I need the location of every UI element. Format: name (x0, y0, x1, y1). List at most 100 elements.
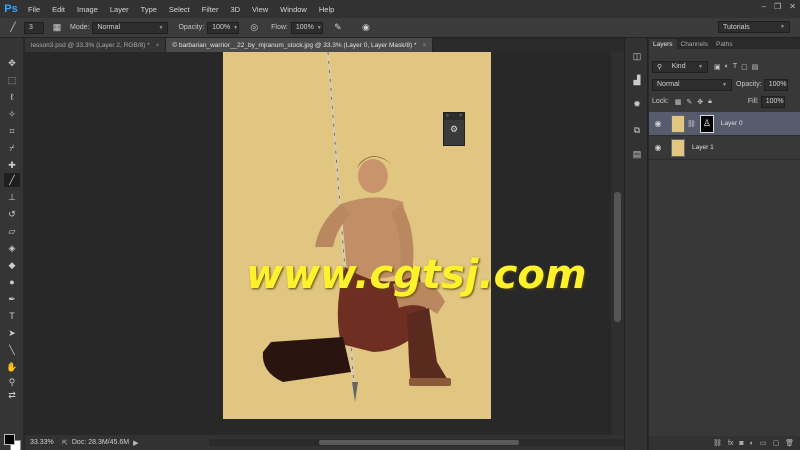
new-group-icon[interactable]: ▭ (760, 439, 767, 447)
lock-all-icon[interactable]: 🔒︎ (708, 98, 712, 106)
menu-file[interactable]: File (22, 5, 46, 14)
brush-panel-icon[interactable]: ⚙ (444, 124, 464, 135)
adjustment-layer-icon[interactable]: ◐ (750, 440, 754, 447)
menu-layer[interactable]: Layer (104, 5, 135, 14)
add-mask-icon[interactable]: ◙ (739, 440, 743, 447)
visibility-eye-icon[interactable]: ◉ (651, 143, 665, 152)
type-tool-icon[interactable]: T (4, 309, 20, 323)
vertical-scrollbar[interactable] (611, 52, 624, 435)
hand-tool-icon[interactable]: ✋ (4, 360, 20, 374)
layer-row-layer-1[interactable]: ◉ Layer 1 (649, 136, 800, 160)
menu-help[interactable]: Help (313, 5, 340, 14)
fill-field[interactable]: 100% (760, 95, 785, 108)
filter-adjustment-icon[interactable]: ◐ (725, 63, 729, 70)
link-layers-icon[interactable]: ⛓ (713, 439, 722, 447)
eyedropper-tool-icon[interactable]: ⌿ (4, 141, 20, 155)
brush-presets-icon[interactable]: ▤ (629, 146, 645, 162)
workspace-dropdown[interactable]: Tutorials ▼ (718, 21, 790, 33)
layer-mask-thumbnail[interactable]: ♙ (699, 114, 714, 133)
menu-image[interactable]: Image (71, 5, 104, 14)
menu-filter[interactable]: Filter (196, 5, 225, 14)
brush-tool-icon[interactable]: ╱ (4, 173, 20, 187)
pressure-size-icon[interactable]: ◉ (359, 21, 373, 35)
menu-edit[interactable]: Edit (46, 5, 71, 14)
link-icon[interactable]: ⛓ (687, 120, 696, 128)
airbrush-icon[interactable]: ✎ (331, 21, 345, 35)
canvas-area[interactable]: » × ⚙ www.cgtsj.com (25, 52, 611, 435)
marquee-tool-icon[interactable]: ⬚ (4, 73, 20, 87)
pressure-opacity-icon[interactable]: ◎ (247, 21, 261, 35)
path-select-tool-icon[interactable]: ➤ (4, 326, 20, 340)
clone-stamp-tool-icon[interactable]: ⊥ (4, 190, 20, 204)
filter-type-icon[interactable]: T (733, 63, 737, 70)
tab-paths[interactable]: Paths (712, 39, 737, 49)
flow-field[interactable]: 100% ▼ (290, 21, 323, 34)
clone-source-icon[interactable]: ⧉ (629, 122, 645, 138)
layer-row-layer-0[interactable]: ◉ ⛓ ♙ Layer 0 (649, 112, 800, 136)
filter-shape-icon[interactable]: ▢ (741, 63, 748, 71)
zoom-level[interactable]: 33.33% (30, 439, 58, 446)
new-layer-icon[interactable]: ▢ (772, 439, 779, 447)
paint-bucket-tool-icon[interactable]: ◈ (4, 241, 20, 255)
fx-icon[interactable]: fx (728, 440, 733, 447)
expand-icon[interactable]: » (446, 113, 449, 120)
layer-opacity-field[interactable]: 100% (763, 78, 788, 91)
pen-tool-icon[interactable]: ✒ (4, 292, 20, 306)
minimize-icon[interactable]: – (762, 2, 766, 11)
quick-select-tool-icon[interactable]: ✧ (4, 107, 20, 121)
swap-colors-icon[interactable]: ⇄ (4, 388, 20, 402)
filter-smart-icon[interactable]: ▤ (752, 63, 759, 71)
lock-transparent-icon[interactable]: ▦ (675, 98, 682, 106)
line-tool-icon[interactable]: ╲ (4, 343, 20, 357)
export-icon[interactable]: ⇱ (62, 439, 68, 447)
brush-panel-icon[interactable]: ▦ (50, 21, 64, 35)
dodge-tool-icon[interactable]: ● (4, 275, 20, 289)
trash-icon[interactable]: 🗑︎ (785, 439, 794, 447)
document-canvas[interactable] (223, 52, 491, 419)
horizontal-scrollbar[interactable] (209, 439, 627, 446)
menu-type[interactable]: Type (135, 5, 163, 14)
menu-view[interactable]: View (246, 5, 274, 14)
lasso-tool-icon[interactable]: ℓ (4, 90, 20, 104)
healing-tool-icon[interactable]: ✚ (4, 158, 20, 172)
menu-3d[interactable]: 3D (224, 5, 246, 14)
tab-layers[interactable]: Layers (649, 39, 677, 49)
tab-lesson3[interactable]: lesson3.psd @ 33.3% (Layer 2, RGB/8) * × (25, 38, 167, 52)
layer-name[interactable]: Layer 1 (692, 144, 714, 151)
restore-icon[interactable]: ❐ (774, 2, 781, 11)
scrollbar-thumb[interactable] (614, 192, 621, 322)
move-tool-icon[interactable]: ✥ (4, 56, 20, 70)
layer-filter-dropdown[interactable]: ⚲ Kind ▼ (652, 60, 708, 73)
close-icon[interactable]: × (422, 42, 426, 49)
crop-tool-icon[interactable]: ⌗ (4, 124, 20, 138)
scrollbar-thumb[interactable] (319, 440, 519, 445)
history-brush-tool-icon[interactable]: ↺ (4, 207, 20, 221)
status-bar: 33.33% ⇱ Doc: 28.3M/45.6M ▶ (25, 435, 627, 450)
lock-pixels-icon[interactable]: ✎ (686, 98, 692, 106)
tab-channels[interactable]: Channels (677, 39, 712, 49)
tab-barbarian-warrior[interactable]: © barbarian_warrior__22_by_mjranum_stock… (166, 38, 434, 52)
menu-select[interactable]: Select (163, 5, 196, 14)
close-icon[interactable]: × (156, 42, 160, 49)
status-menu-icon[interactable]: ▶ (133, 439, 138, 447)
mode-dropdown[interactable]: Normal ▼ (92, 21, 169, 34)
filter-pixel-icon[interactable]: ▣ (714, 63, 721, 71)
zoom-tool-icon[interactable]: ⚲ (4, 375, 20, 389)
collapse-icon[interactable]: × (459, 113, 462, 120)
navigator-icon[interactable]: ✹ (629, 96, 645, 112)
brush-size-picker[interactable]: 3 (24, 21, 44, 34)
blend-mode-dropdown[interactable]: Normal ▼ (652, 78, 732, 91)
lock-position-icon[interactable]: ✥ (697, 98, 703, 106)
layer-name[interactable]: Layer 0 (721, 120, 743, 127)
mini-properties-panel[interactable]: » × ⚙ (443, 112, 465, 146)
blur-tool-icon[interactable]: ◆ (4, 258, 20, 272)
visibility-eye-icon[interactable]: ◉ (651, 119, 665, 128)
opacity-field[interactable]: 100% ▼ (207, 21, 240, 34)
brush-preset-icon[interactable]: ╱ (6, 21, 20, 35)
menu-window[interactable]: Window (274, 5, 313, 14)
close-icon[interactable]: ✕ (789, 2, 796, 11)
history-icon[interactable]: ◫ (629, 48, 645, 64)
foreground-color-swatch[interactable] (4, 434, 15, 445)
histogram-icon[interactable]: ▟ (629, 72, 645, 88)
eraser-tool-icon[interactable]: ▱ (4, 224, 20, 238)
